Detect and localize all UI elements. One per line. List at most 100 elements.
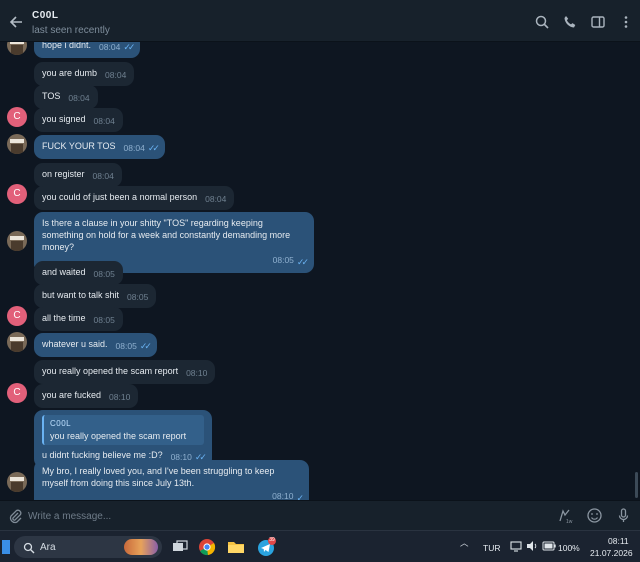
send-later-icon[interactable]: 1w	[557, 507, 574, 525]
message-time: 08:04	[205, 194, 227, 204]
message-bubble[interactable]: hope i didnt. 08:04 ✓✓	[34, 42, 141, 58]
message-time: 08:10	[109, 392, 131, 402]
message-text: TOS	[42, 91, 61, 101]
sidebar-toggle-icon[interactable]	[590, 14, 606, 30]
message-time: 08:04	[105, 70, 127, 80]
message-list[interactable]: C C C C hope i didnt. 08:04 ✓✓ you are dum…	[0, 42, 640, 500]
language-indicator[interactable]: TUR	[483, 543, 500, 553]
message-text: Is there a clause in your shitty "TOS" r…	[42, 218, 291, 252]
message-text: hope i didnt.	[42, 42, 92, 50]
contact-avatar-photo[interactable]	[7, 472, 27, 492]
message-text: you signed	[42, 114, 86, 124]
message-time: 08:05	[272, 255, 294, 265]
quoted-reply[interactable]: C00L you really opened the scam report	[42, 415, 204, 445]
message-bubble[interactable]: you are fucked 08:10	[34, 384, 139, 408]
taskbar-search[interactable]: Ara	[14, 536, 162, 558]
system-tray: ︿ TUR 100% 08:11 21.07.2026	[440, 531, 640, 562]
attach-icon[interactable]	[7, 508, 23, 524]
message-time: 08:05	[127, 292, 149, 302]
message-text: you are dumb	[42, 68, 98, 78]
message-bubble[interactable]: FUCK YOUR TOS 08:04 ✓✓	[34, 135, 165, 159]
search-icon	[23, 541, 35, 554]
message-time: 08:05	[93, 315, 115, 325]
message-time: 08:05	[93, 269, 115, 279]
double-check-icon: ✓✓	[147, 143, 160, 153]
message-bubble[interactable]: TOS 08:04	[34, 85, 98, 109]
message-text: you are fucked	[42, 390, 102, 400]
message-bubble[interactable]: you really opened the scam report 08:10	[34, 360, 216, 384]
microphone-icon[interactable]	[615, 507, 632, 524]
double-check-icon: ✓✓	[296, 257, 309, 267]
reply-text: you really opened the scam report	[50, 431, 187, 441]
message-composer: 1w	[0, 500, 640, 530]
message-time: 08:04	[68, 93, 90, 103]
battery-icon[interactable]	[542, 541, 556, 553]
message-text: all the time	[42, 313, 86, 323]
message-bubble[interactable]: all the time 08:05	[34, 307, 123, 331]
back-arrow-icon[interactable]	[6, 12, 26, 32]
more-options-icon[interactable]	[618, 14, 634, 30]
message-bubble[interactable]: you signed 08:04	[34, 108, 123, 132]
emoji-icon[interactable]	[586, 507, 603, 524]
contact-avatar[interactable]: C	[7, 383, 27, 403]
message-text: My bro, I really loved you, and I've bee…	[42, 466, 275, 488]
search-highlight-image	[124, 539, 158, 555]
battery-percent: 100%	[558, 543, 580, 553]
message-time: 08:04	[93, 116, 115, 126]
message-text: and waited	[42, 267, 86, 277]
chat-title[interactable]: C00L	[32, 10, 58, 21]
message-time: 08:10	[272, 491, 294, 500]
message-text: you really opened the scam report	[42, 366, 179, 376]
search-icon[interactable]	[534, 14, 550, 30]
message-bubble[interactable]: on register 08:04	[34, 163, 122, 187]
message-time: 08:04	[123, 143, 145, 153]
scrollbar[interactable]	[635, 472, 638, 498]
contact-avatar[interactable]: C	[7, 184, 27, 204]
clock-date[interactable]: 21.07.2026	[590, 548, 633, 558]
search-label: Ara	[40, 542, 56, 553]
volume-icon[interactable]	[526, 540, 538, 554]
message-text: on register	[42, 169, 85, 179]
message-bubble[interactable]: but want to talk shit 08:05	[34, 284, 157, 308]
reply-author: C00L	[50, 419, 72, 428]
file-explorer-icon[interactable]	[226, 537, 246, 557]
telegram-icon[interactable]: 39	[256, 537, 276, 557]
windows-taskbar: Ara 39 ︿ TUR 100% 08:11 21.07.2026	[0, 530, 640, 562]
task-view-icon[interactable]	[170, 537, 190, 557]
message-time: 08:04	[92, 171, 114, 181]
contact-avatar[interactable]: C	[7, 107, 27, 127]
contact-avatar[interactable]: C	[7, 306, 27, 326]
phone-icon[interactable]	[562, 14, 578, 30]
telegram-badge: 39	[269, 537, 275, 543]
message-bubble[interactable]: whatever u said. 08:05 ✓✓	[34, 333, 157, 357]
contact-avatar-photo[interactable]	[7, 332, 27, 352]
double-check-icon: ✓✓	[139, 341, 152, 351]
single-check-icon: ✓	[296, 493, 303, 500]
message-time: 08:04	[99, 42, 121, 52]
message-text: whatever u said.	[42, 339, 108, 349]
chat-status: last seen recently	[32, 25, 110, 36]
message-text: FUCK YOUR TOS	[42, 141, 116, 151]
svg-text:1w: 1w	[566, 519, 573, 524]
message-bubble[interactable]: you could of just been a normal person 08…	[34, 186, 235, 210]
message-text: but want to talk shit	[42, 290, 120, 300]
message-bubble[interactable]: My bro, I really loved you, and I've bee…	[34, 460, 309, 500]
contact-avatar-photo[interactable]	[7, 134, 27, 154]
network-icon[interactable]	[510, 540, 522, 554]
clock-time[interactable]: 08:11	[608, 536, 629, 546]
contact-avatar-photo[interactable]	[7, 231, 27, 251]
chrome-icon[interactable]	[197, 537, 217, 557]
telegram-window: C00L last seen recently C C C C hope i d…	[0, 0, 640, 562]
message-time: 08:05	[115, 341, 137, 351]
double-check-icon: ✓✓	[123, 42, 135, 52]
header-actions	[534, 14, 634, 30]
message-text: you could of just been a normal person	[42, 192, 198, 202]
chevron-up-icon[interactable]: ︿	[460, 537, 469, 549]
message-time: 08:10	[186, 368, 208, 378]
message-bubble[interactable]: you are dumb 08:04	[34, 62, 135, 86]
chat-header: C00L last seen recently	[0, 0, 640, 42]
message-bubble[interactable]: and waited 08:05	[34, 261, 123, 285]
start-button[interactable]	[2, 540, 10, 554]
message-input[interactable]	[28, 507, 428, 525]
contact-avatar-photo[interactable]	[7, 42, 27, 55]
